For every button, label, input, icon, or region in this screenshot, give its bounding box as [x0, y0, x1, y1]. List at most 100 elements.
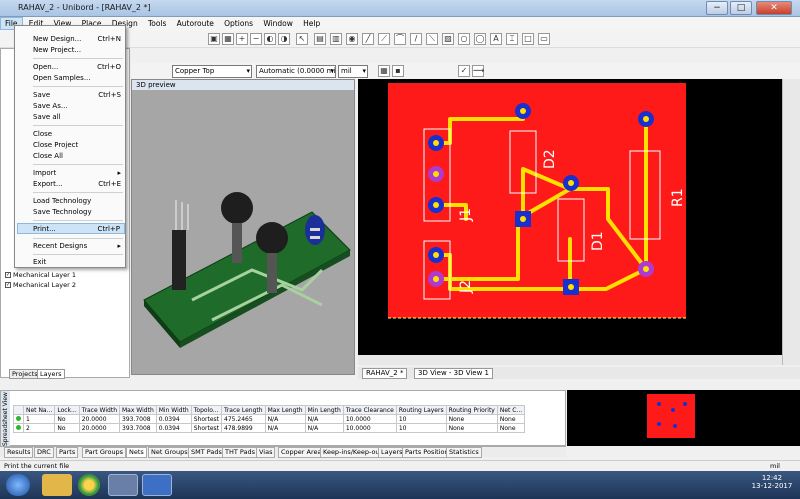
- zoom-previous-icon[interactable]: ◐: [264, 33, 276, 45]
- menu-item-print[interactable]: Print... Ctrl+P: [17, 223, 125, 234]
- menu-autoroute[interactable]: Autoroute: [173, 18, 218, 29]
- menu-item-open[interactable]: Open... Ctrl+O: [33, 62, 125, 73]
- column-header[interactable]: Net C...: [496, 405, 526, 415]
- tab-rahav-2[interactable]: RAHAV_2 *: [362, 368, 408, 379]
- maximize-button[interactable]: □: [730, 1, 752, 15]
- menu-item-new-design[interactable]: New Design... Ctrl+N: [33, 34, 125, 45]
- place-via-icon[interactable]: ◉: [346, 33, 358, 45]
- snap-icon[interactable]: ▪: [392, 65, 404, 77]
- table-row[interactable]: 2 No 20.0000 393.7008 0.0394 Shortest 47…: [13, 423, 526, 433]
- tab-parts[interactable]: Parts: [56, 447, 79, 458]
- pcb-canvas[interactable]: D2 J1 D1 R1 J2: [358, 79, 782, 355]
- menu-item-recent-designs[interactable]: Recent Designs ▸: [33, 241, 125, 252]
- rectangle-icon[interactable]: □: [522, 33, 534, 45]
- layer-select[interactable]: Copper Top: [172, 65, 252, 78]
- place-part-icon[interactable]: ▤: [314, 33, 326, 45]
- tab-projects[interactable]: Projects: [9, 369, 41, 379]
- tab-statistics[interactable]: Statistics: [446, 447, 482, 458]
- tab-nets[interactable]: Nets: [126, 447, 147, 458]
- zoom-fit-icon[interactable]: ▣: [208, 33, 220, 45]
- route-icon[interactable]: ╱: [362, 33, 374, 45]
- column-header[interactable]: Lock...: [54, 405, 80, 415]
- start-button-icon[interactable]: [6, 474, 30, 496]
- unibord-icon[interactable]: [108, 474, 138, 496]
- menu-item-load-technology[interactable]: Load Technology: [33, 196, 125, 207]
- menu-item-save-as[interactable]: Save As...: [33, 101, 125, 112]
- column-header[interactable]: Min Length: [304, 405, 344, 415]
- units-select[interactable]: mil: [338, 65, 368, 78]
- horizontal-scrollbar[interactable]: [358, 355, 782, 365]
- board-overview[interactable]: [567, 390, 800, 446]
- circle-icon[interactable]: ○: [458, 33, 470, 45]
- zoom-next-icon[interactable]: ◑: [278, 33, 290, 45]
- file-explorer-icon[interactable]: [42, 474, 72, 496]
- pcb-design-view[interactable]: D2 J1 D1 R1 J2: [358, 79, 782, 365]
- menu-item-close[interactable]: Close: [33, 129, 125, 140]
- tab-results[interactable]: Results: [4, 447, 34, 458]
- dimension-icon[interactable]: ⌶: [506, 33, 518, 45]
- column-header[interactable]: Routing Priority: [445, 405, 498, 415]
- ellipse-icon[interactable]: ◯: [474, 33, 486, 45]
- menu-help[interactable]: Help: [299, 18, 324, 29]
- tab-3d-view[interactable]: 3D View - 3D View 1: [414, 368, 494, 379]
- drc-icon[interactable]: ✓: [458, 65, 470, 77]
- word-icon[interactable]: [142, 474, 172, 496]
- menu-item-new-project[interactable]: New Project...: [33, 45, 125, 56]
- menu-options[interactable]: Options: [220, 18, 257, 29]
- place-pad-icon[interactable]: ▥: [330, 33, 342, 45]
- menu-item-close-project[interactable]: Close Project: [33, 140, 125, 151]
- vertical-scrollbar[interactable]: [782, 79, 800, 365]
- menu-item-save-all[interactable]: Save all: [33, 112, 125, 123]
- menu-item-export[interactable]: Export... Ctrl+E: [33, 179, 125, 190]
- copper-area-icon[interactable]: ▨: [442, 33, 454, 45]
- column-header[interactable]: Max Length: [264, 405, 306, 415]
- zoom-area-icon[interactable]: ▦: [222, 33, 234, 45]
- column-header[interactable]: Routing Layers: [395, 405, 447, 415]
- column-header[interactable]: [13, 405, 24, 415]
- zoom-in-icon[interactable]: +: [236, 33, 248, 45]
- board-icon[interactable]: ▭: [538, 33, 550, 45]
- tab-parts-position[interactable]: Parts Position: [402, 447, 452, 458]
- 3d-board-render[interactable]: [132, 90, 356, 376]
- column-header[interactable]: Trace Length: [221, 405, 266, 415]
- minimize-button[interactable]: −: [706, 1, 728, 15]
- arc-icon[interactable]: ⌒: [394, 33, 406, 45]
- column-header[interactable]: Max Width: [119, 405, 157, 415]
- trace-width-select[interactable]: Automatic (0.0000 mil: [256, 65, 336, 78]
- checkbox-icon[interactable]: ✓: [5, 272, 11, 278]
- polyline-icon[interactable]: ⟍: [426, 33, 438, 45]
- menu-item-import[interactable]: Import ▸: [33, 168, 125, 179]
- text-icon[interactable]: A: [490, 33, 502, 45]
- grid-icon[interactable]: ▦: [378, 65, 390, 77]
- menu-item-exit[interactable]: Exit: [33, 257, 125, 268]
- line-icon[interactable]: /: [410, 33, 422, 45]
- column-header[interactable]: Topolo...: [190, 405, 223, 415]
- layer-item[interactable]: ✓ Mechanical Layer 1: [5, 271, 76, 279]
- route-diagonal-icon[interactable]: ⟋: [378, 33, 390, 45]
- checkbox-icon[interactable]: ✓: [5, 282, 11, 288]
- column-header[interactable]: Net Na...: [22, 405, 56, 415]
- menu-item-open-samples[interactable]: Open Samples...: [33, 73, 125, 84]
- chrome-icon[interactable]: [78, 474, 100, 496]
- autoroute-icon[interactable]: ⟿: [472, 65, 484, 77]
- menu-item-save-technology[interactable]: Save Technology: [33, 207, 125, 218]
- tab-smt-pads[interactable]: SMT Pads: [188, 447, 225, 458]
- menu-item-close-all[interactable]: Close All: [33, 151, 125, 162]
- tab-vias[interactable]: Vias: [256, 447, 276, 458]
- column-header[interactable]: Trace Width: [78, 405, 121, 415]
- menu-item-save[interactable]: Save Ctrl+S: [33, 90, 125, 101]
- table-row[interactable]: 1 No 20.0000 393.7008 0.0394 Shortest 47…: [13, 414, 526, 424]
- tab-tht-pads[interactable]: THT Pads: [222, 447, 259, 458]
- tab-drc[interactable]: DRC: [34, 447, 54, 458]
- tab-layers[interactable]: Layers: [37, 369, 65, 379]
- zoom-out-icon[interactable]: −: [250, 33, 262, 45]
- tab-net-groups[interactable]: Net Groups: [148, 447, 191, 458]
- close-button[interactable]: ✕: [756, 1, 792, 15]
- menu-tools[interactable]: Tools: [144, 18, 170, 29]
- column-header[interactable]: Min Width: [155, 405, 192, 415]
- select-icon[interactable]: ↖: [296, 33, 308, 45]
- menu-window[interactable]: Window: [259, 18, 297, 29]
- column-header[interactable]: Trace Clearance: [342, 405, 397, 415]
- layer-item[interactable]: ✓ Mechanical Layer 2: [5, 281, 76, 289]
- tab-part-groups[interactable]: Part Groups: [82, 447, 127, 458]
